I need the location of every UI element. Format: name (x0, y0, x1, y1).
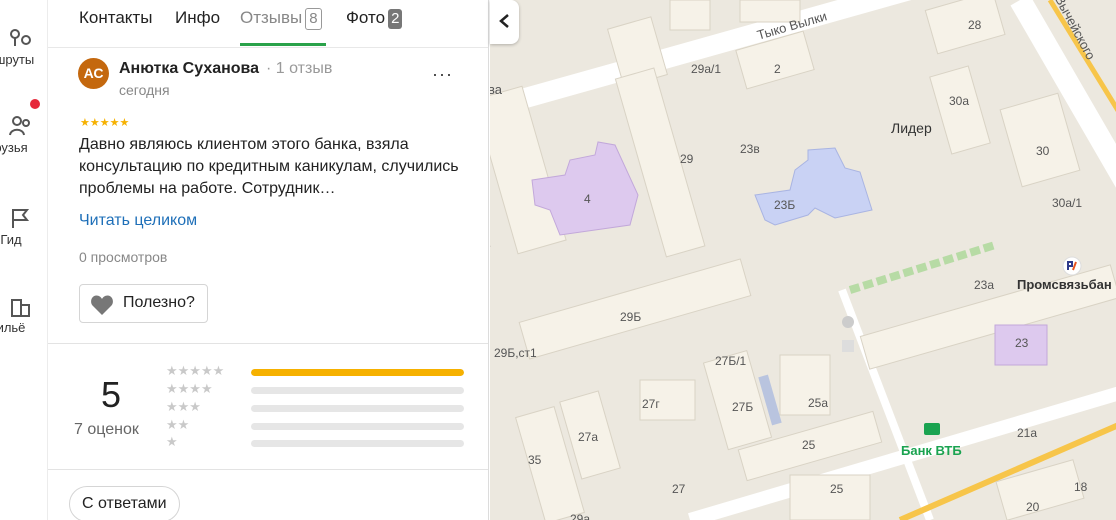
vtb-label[interactable]: Банк ВТБ (901, 443, 962, 458)
map-building-label: 27 (672, 482, 686, 496)
review-text: Давно являюсь клиентом этого банка, взял… (79, 136, 459, 197)
rating-value: 5 (100, 374, 122, 415)
map-building-label: 27г (642, 397, 660, 411)
left-rail: ршруты рузья Гид ильё (0, 0, 48, 520)
review-author[interactable]: Анютка Суханова (119, 60, 259, 78)
tab-bar: Контакты Инфо Отзывы 8 Фото 2 (48, 0, 488, 48)
map-building-label: 21а (1017, 426, 1038, 440)
chevron-left-icon (499, 14, 509, 28)
map-building-label: 29Б,ст1 (494, 346, 537, 360)
collapse-panel-button[interactable] (490, 0, 519, 44)
map-building-label: 4 (584, 192, 591, 206)
read-more-link[interactable]: Читать целиком (79, 212, 197, 230)
map-building-label: 27а (578, 430, 599, 444)
rail-item-housing[interactable]: ильё (0, 294, 47, 335)
psb-logo-icon (1062, 256, 1082, 276)
rail-label-routes: ршруты (0, 52, 35, 67)
rating-row-stars: ★★★★ (166, 381, 213, 396)
rail-label-housing: ильё (0, 320, 26, 335)
map-building-label: 23в (740, 142, 760, 156)
map-poi-label[interactable]: Лидер (891, 120, 932, 136)
review-author-count: · 1 отзыв (266, 60, 333, 77)
tab-info-label: Инфо (175, 8, 221, 27)
review-date: сегодня (119, 82, 170, 98)
rating-bar (251, 440, 464, 447)
map-building-label: 30 (1036, 144, 1050, 158)
routes-icon (10, 29, 31, 46)
map[interactable]: Тыко Вылки Вычейского ва 28 29а/1 2 30а … (490, 0, 1116, 520)
tab-info[interactable]: Инфо (175, 8, 220, 28)
rail-item-guide[interactable]: Гид (0, 206, 47, 247)
rating-bar (251, 405, 464, 412)
vtb-marker-icon[interactable] (924, 423, 940, 435)
map-street-label: ва (490, 82, 502, 97)
notification-dot (30, 99, 40, 109)
section-divider (48, 469, 488, 470)
tab-photo[interactable]: Фото 2 (346, 8, 403, 29)
tab-photo-label: Фото (346, 8, 386, 27)
rail-item-friends[interactable]: рузья (0, 114, 47, 155)
tab-contacts-label: Контакты (79, 8, 153, 27)
avatar[interactable]: АС (78, 58, 109, 89)
rating-row-stars: ★★ (166, 417, 190, 432)
heart-icon (91, 295, 113, 315)
map-building-label: 20 (1026, 500, 1040, 514)
map-building-label: 23а (974, 278, 995, 292)
review-views: 0 просмотров (79, 249, 168, 265)
guide-icon (12, 209, 30, 228)
map-building-label: 27Б (732, 400, 754, 414)
map-building-label: 23 (1015, 336, 1029, 350)
map-building-label: 35 (528, 453, 542, 467)
map-building-label: 25 (830, 482, 844, 496)
rating-row-stars: ★★★ (166, 399, 201, 414)
tab-reviews[interactable]: Отзывы 8 (240, 8, 322, 30)
housing-icon (11, 299, 30, 317)
tab-contacts[interactable]: Контакты (79, 8, 152, 28)
useful-label: Полезно? (123, 294, 195, 311)
psb-label[interactable]: Промсвязьбан (1017, 277, 1112, 292)
map-building-label: 29а/1 (691, 62, 722, 76)
tab-reviews-count: 8 (305, 8, 322, 30)
map-building-label: 30а/1 (1052, 196, 1083, 210)
rail-label-friends: рузья (0, 140, 28, 155)
rating-bar (251, 423, 464, 430)
tab-active-indicator (240, 43, 326, 46)
map-building-label: 29 (680, 152, 694, 166)
more-options-button[interactable]: ··· (432, 64, 453, 85)
map-building-label: 25а (808, 396, 829, 410)
friends-icon (9, 116, 30, 136)
map-building-label: 29а (570, 512, 591, 520)
map-building-label: 23Б (774, 198, 796, 212)
business-panel: Контакты Инфо Отзывы 8 Фото 2 АС Анютка Су… (48, 0, 489, 520)
rail-label-guide: Гид (0, 232, 22, 247)
map-building-label: 25 (802, 438, 816, 452)
rating-count: 7 оценок (74, 421, 139, 438)
tab-reviews-label: Отзывы (240, 8, 303, 27)
useful-button[interactable]: Полезно? (79, 284, 208, 323)
rating-bar (251, 387, 464, 394)
section-divider (48, 343, 488, 344)
rail-item-routes[interactable]: ршруты (0, 26, 47, 67)
map-building-label: 27Б/1 (715, 354, 747, 368)
map-building-label: 29Б (620, 310, 642, 324)
tab-photo-count: 2 (388, 9, 403, 29)
map-building-label: 5 (490, 238, 491, 252)
rating-bar (251, 369, 464, 376)
map-building-label: 30а (949, 94, 970, 108)
map-building-label: 2 (774, 62, 781, 76)
review-stars: ★★★★★ (80, 117, 130, 129)
rating-bar-fill (251, 369, 464, 376)
map-building-label: 28 (968, 18, 982, 32)
rating-row-stars: ★ (166, 434, 178, 449)
map-building-label: 18 (1074, 480, 1088, 494)
rating-row-stars: ★★★★★ (166, 363, 225, 378)
filter-with-replies[interactable]: С ответами (69, 486, 180, 520)
